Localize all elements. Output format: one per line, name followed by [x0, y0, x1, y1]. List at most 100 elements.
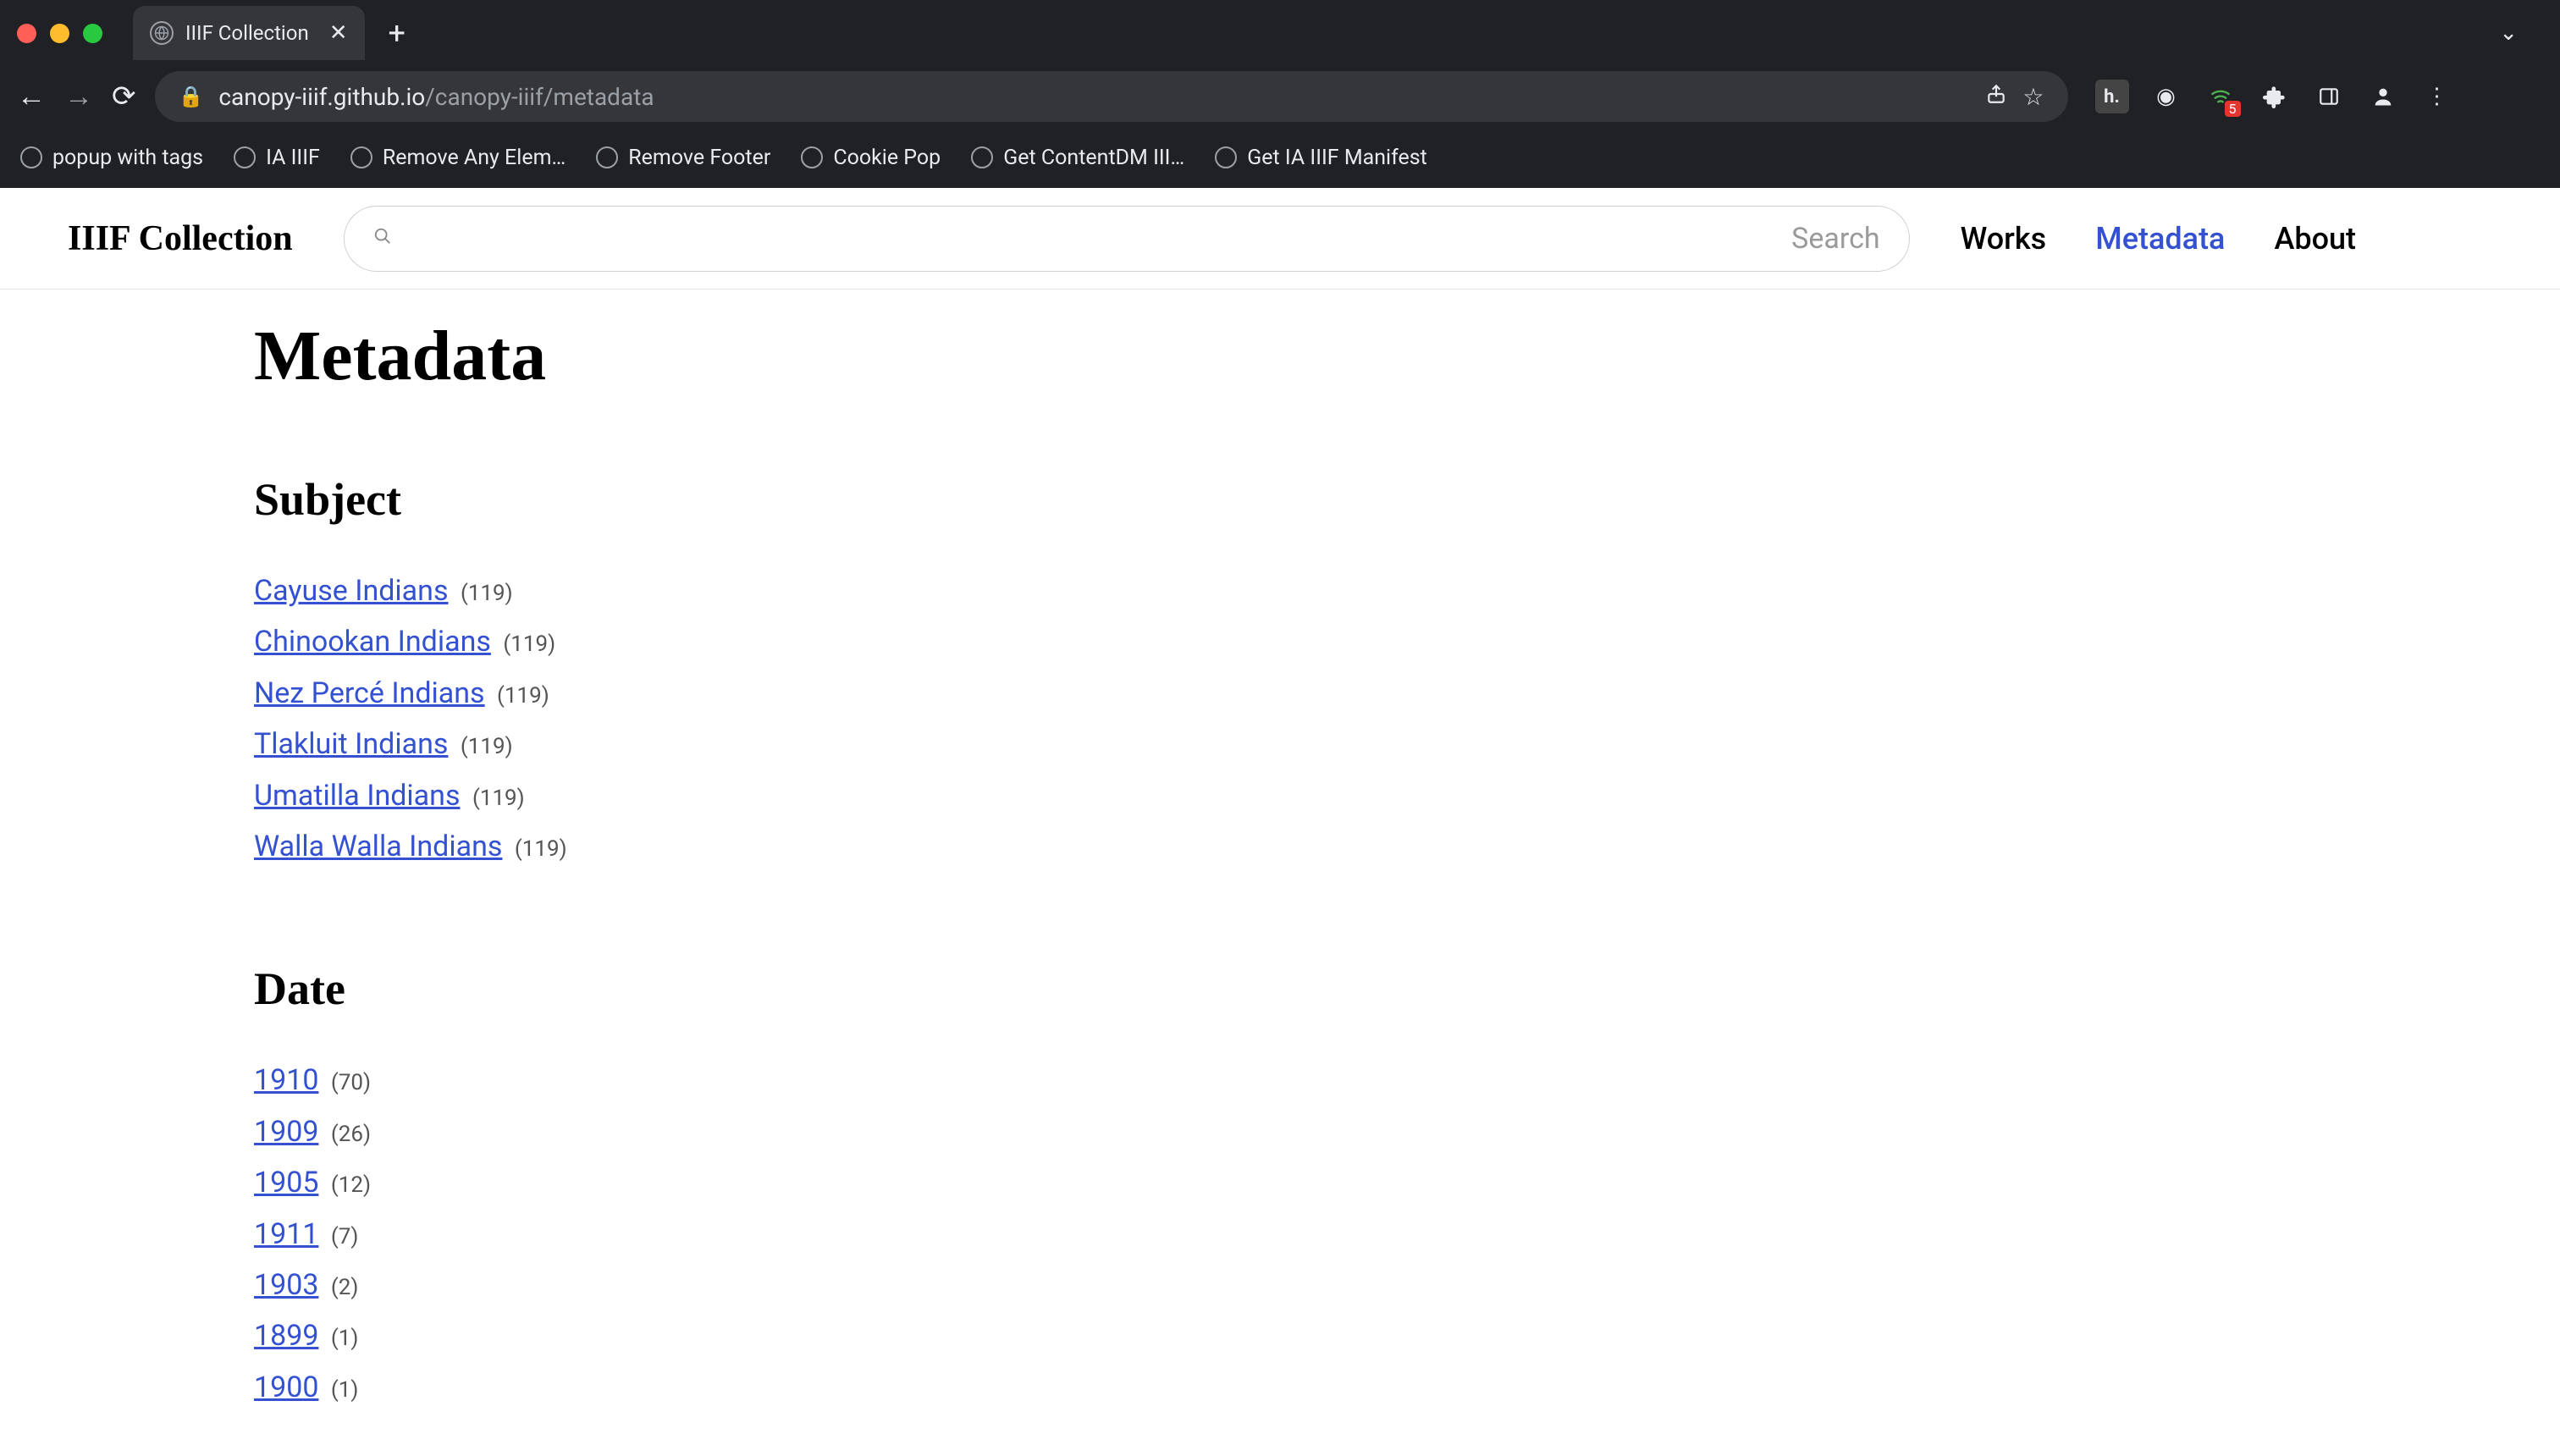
url-host: canopy-iiif.github.io: [218, 83, 425, 111]
site-header: IIIF Collection Search Works Metadata Ab…: [0, 188, 2560, 290]
search-icon: [373, 226, 392, 251]
search-input[interactable]: [407, 223, 1777, 254]
facet-item: 1909 (26): [254, 1109, 2306, 1155]
nav-about[interactable]: About: [2274, 221, 2356, 256]
facet-link[interactable]: 1899: [254, 1319, 318, 1353]
facet-link[interactable]: Tlakluit Indians: [254, 727, 448, 761]
facet-list-date: 1910 (70) 1909 (26) 1905 (12) 1911 (7) 1…: [254, 1057, 2306, 1410]
bookmarks-bar: popup with tags IA IIIF Remove Any Elem……: [0, 127, 2560, 188]
facet-count: (26): [331, 1122, 371, 1147]
facet-count: (70): [331, 1070, 371, 1095]
bookmark-label: Remove Footer: [628, 146, 770, 170]
bookmark-item[interactable]: Remove Any Elem…: [350, 146, 566, 170]
facet-link[interactable]: 1903: [254, 1268, 318, 1302]
facet-item: 1905 (12): [254, 1160, 2306, 1205]
url-text: canopy-iiif.github.io/canopy-iiif/metada…: [218, 83, 654, 111]
window-close-button[interactable]: [17, 24, 36, 43]
globe-icon: [150, 21, 174, 45]
nav-metadata[interactable]: Metadata: [2095, 221, 2225, 256]
share-icon[interactable]: [1985, 83, 2007, 111]
browser-toolbar: ← → ⟳ 🔒 canopy-iiif.github.io/canopy-iii…: [0, 66, 2560, 127]
facet-link[interactable]: Cayuse Indians: [254, 574, 449, 608]
extensions-puzzle-icon[interactable]: [2258, 80, 2292, 113]
bookmark-label: popup with tags: [52, 146, 203, 170]
facet-heading-date: Date: [254, 962, 2306, 1015]
browser-tab[interactable]: IIIF Collection ✕: [133, 6, 365, 60]
bookmark-item[interactable]: Cookie Pop: [801, 146, 941, 170]
facet-link[interactable]: Walla Walla Indians: [254, 830, 502, 863]
facet-count: (1): [331, 1377, 359, 1403]
facet-link[interactable]: 1909: [254, 1115, 318, 1149]
back-button[interactable]: ←: [17, 80, 46, 113]
bookmark-label: Cookie Pop: [833, 146, 941, 170]
address-bar[interactable]: 🔒 canopy-iiif.github.io/canopy-iiif/meta…: [155, 71, 2068, 122]
facet-link[interactable]: Nez Percé Indians: [254, 676, 485, 710]
facet-link[interactable]: 1900: [254, 1371, 318, 1404]
bookmark-item[interactable]: IA IIIF: [234, 146, 320, 170]
bookmark-item[interactable]: popup with tags: [20, 146, 203, 170]
facet-count: (2): [331, 1275, 359, 1300]
facet-count: (119): [461, 581, 513, 606]
page-viewport: IIIF Collection Search Works Metadata Ab…: [0, 188, 2560, 1456]
page-title: Metadata: [254, 315, 2306, 397]
facet-count: (119): [472, 786, 525, 811]
bookmark-label: Get ContentDM III…: [1003, 146, 1184, 170]
tab-overview-icon[interactable]: ⌄: [2499, 20, 2543, 46]
facet-link[interactable]: 1905: [254, 1166, 318, 1200]
globe-icon: [350, 146, 372, 168]
extension-record-icon[interactable]: ◉: [2149, 80, 2183, 113]
window-controls: [17, 24, 119, 43]
bookmark-item[interactable]: Get IA IIIF Manifest: [1215, 146, 1427, 170]
globe-icon: [801, 146, 823, 168]
facet-count: (119): [503, 631, 555, 657]
globe-icon: [971, 146, 993, 168]
side-panel-icon[interactable]: [2312, 80, 2346, 113]
tab-title: IIIF Collection: [185, 21, 309, 45]
facet-item: Cayuse Indians (119): [254, 568, 2306, 614]
kebab-menu-icon[interactable]: ⋮: [2420, 80, 2454, 113]
globe-icon: [596, 146, 618, 168]
search-box[interactable]: Search: [344, 206, 1910, 272]
bookmark-star-icon[interactable]: ☆: [2022, 83, 2044, 111]
facet-link[interactable]: 1910: [254, 1063, 318, 1097]
facet-item: 1900 (1): [254, 1365, 2306, 1410]
bookmark-label: IA IIIF: [266, 146, 320, 170]
extension-icons: h. ◉ ⋮: [2087, 80, 2454, 113]
window-maximize-button[interactable]: [83, 24, 102, 43]
facet-heading-subject: Subject: [254, 473, 2306, 526]
facet-item: 1899 (1): [254, 1313, 2306, 1359]
globe-icon: [234, 146, 256, 168]
facet-item: Nez Percé Indians (119): [254, 670, 2306, 716]
bookmark-item[interactable]: Get ContentDM III…: [971, 146, 1184, 170]
globe-icon: [1215, 146, 1237, 168]
close-tab-icon[interactable]: ✕: [321, 20, 348, 46]
forward-button[interactable]: →: [64, 80, 93, 113]
bookmark-label: Get IA IIIF Manifest: [1247, 146, 1427, 170]
facet-item: 1910 (70): [254, 1057, 2306, 1103]
search-placeholder-label: Search: [1791, 222, 1879, 256]
site-logo[interactable]: IIIF Collection: [68, 218, 293, 259]
facet-link[interactable]: Umatilla Indians: [254, 779, 461, 813]
tab-strip: IIIF Collection ✕ + ⌄: [0, 0, 2560, 66]
reload-button[interactable]: ⟳: [112, 80, 136, 113]
facet-count: (7): [331, 1224, 359, 1249]
new-tab-button[interactable]: +: [378, 15, 416, 51]
extension-wifi-icon[interactable]: [2204, 80, 2237, 113]
facet-count: (1): [331, 1326, 359, 1351]
profile-icon[interactable]: [2366, 80, 2400, 113]
facet-link[interactable]: 1911: [254, 1217, 318, 1251]
bookmark-item[interactable]: Remove Footer: [596, 146, 770, 170]
globe-icon: [20, 146, 42, 168]
nav-works[interactable]: Works: [1961, 221, 2047, 256]
lock-icon: 🔒: [179, 85, 204, 108]
window-minimize-button[interactable]: [50, 24, 69, 43]
bookmark-label: Remove Any Elem…: [383, 146, 566, 170]
facet-count: (119): [497, 683, 549, 709]
extension-hypothesis-icon[interactable]: h.: [2095, 80, 2129, 113]
search-container: Search: [344, 206, 1910, 272]
facet-link[interactable]: Chinookan Indians: [254, 625, 491, 659]
facet-item: Chinookan Indians (119): [254, 619, 2306, 665]
facet-count: (119): [461, 734, 513, 759]
facet-list-subject: Cayuse Indians (119) Chinookan Indians (…: [254, 568, 2306, 869]
site-nav: Works Metadata About: [1961, 221, 2356, 256]
